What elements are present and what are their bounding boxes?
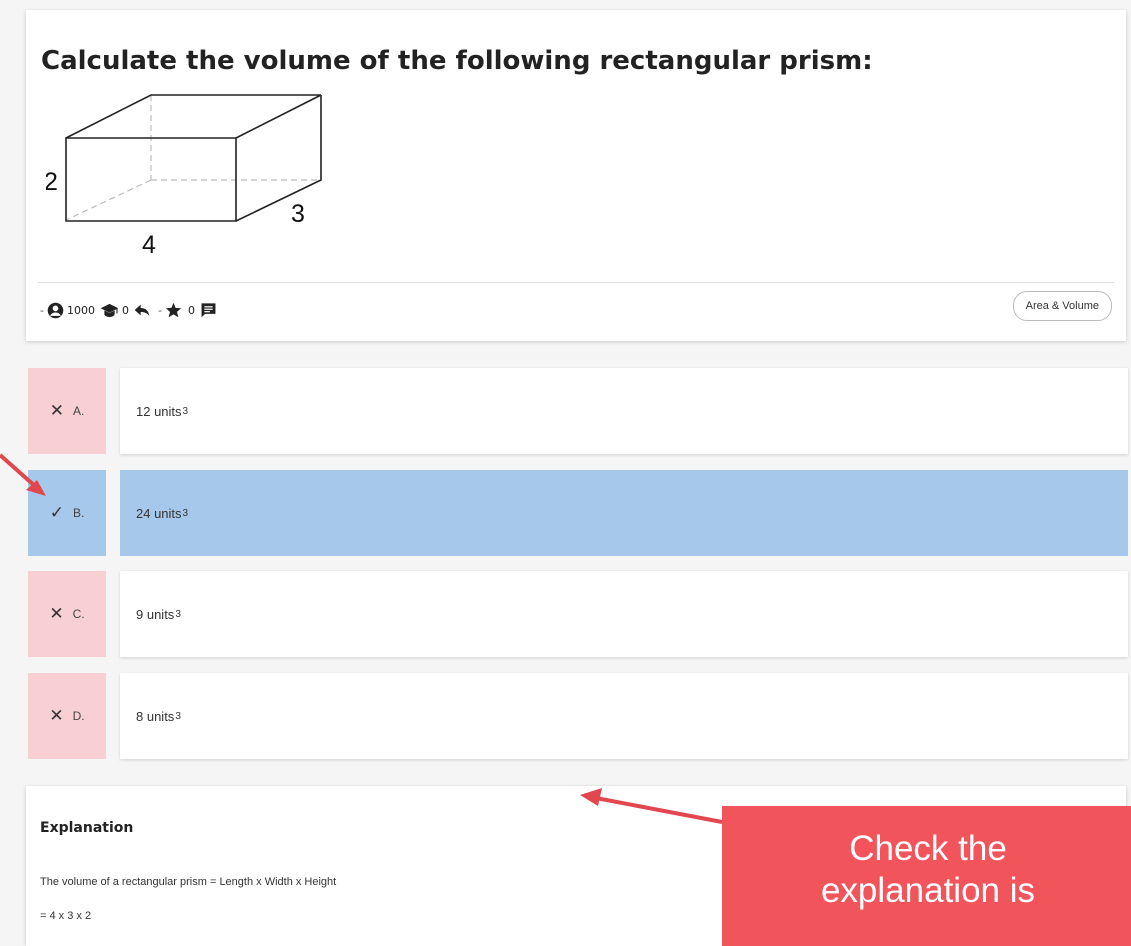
- answer-option-d[interactable]: ✕ D. 8 units 3: [28, 673, 1128, 759]
- meta-separator: -: [157, 303, 162, 317]
- stars-count: 0: [187, 303, 195, 317]
- divider: [38, 282, 1114, 283]
- answer-status-correct: ✓ B.: [28, 470, 106, 556]
- answer-value: 8 units: [136, 708, 175, 724]
- answer-letter: B.: [72, 506, 85, 520]
- answer-exponent: 3: [175, 608, 181, 620]
- answer-option-b[interactable]: ✓ B. 24 units 3: [28, 470, 1128, 556]
- annotation-callout: Check the explanation is: [722, 806, 1131, 946]
- answer-letter: A.: [72, 404, 85, 418]
- answer-exponent: 3: [182, 507, 189, 519]
- answer-option-a[interactable]: ✕ A. 12 units 3: [28, 368, 1128, 454]
- meta-dash: -: [40, 303, 44, 317]
- explanation-line: = 4 x 3 x 2: [40, 910, 92, 922]
- question-title: Calculate the volume of the following re…: [41, 46, 873, 76]
- explanation-heading: Explanation: [40, 820, 134, 836]
- answer-text-box[interactable]: 24 units 3: [120, 470, 1128, 556]
- answer-text-box[interactable]: 12 units 3: [120, 368, 1128, 454]
- comment-icon[interactable]: [200, 302, 217, 318]
- check-icon: ✓: [49, 503, 64, 522]
- topic-tag[interactable]: Area & Volume: [1012, 291, 1112, 321]
- answer-value: 24 units: [136, 505, 182, 521]
- star-icon[interactable]: [165, 302, 182, 318]
- graduates-count: 0: [121, 303, 129, 317]
- answer-letter: C.: [72, 607, 85, 621]
- answer-value: 12 units: [136, 403, 182, 419]
- question-meta: - 1000 0 - 0: [38, 300, 217, 320]
- answer-status-wrong: ✕ A.: [28, 368, 106, 454]
- answer-exponent: 3: [182, 405, 189, 417]
- question-card: Calculate the volume of the following re…: [26, 10, 1126, 341]
- callout-line: explanation is: [820, 871, 1036, 910]
- answer-text-box[interactable]: 9 units 3: [120, 571, 1128, 657]
- close-icon: ✕: [49, 706, 64, 725]
- answer-text-box[interactable]: 8 units 3: [120, 673, 1128, 759]
- answer-option-c[interactable]: ✕ C. 9 units 3: [28, 571, 1128, 657]
- reply-icon[interactable]: [134, 303, 150, 317]
- graduation-cap-icon: [100, 303, 119, 318]
- callout-line: Check the: [849, 829, 1007, 868]
- answer-status-wrong: ✕ C.: [28, 571, 106, 657]
- width-label: 3: [291, 200, 305, 228]
- answer-status-wrong: ✕ D.: [28, 673, 106, 759]
- explanation-line: The volume of a rectangular prism = Leng…: [40, 876, 337, 888]
- answer-letter: D.: [72, 709, 85, 723]
- answer-exponent: 3: [175, 710, 181, 722]
- views-count: 1000: [66, 303, 95, 317]
- height-label: 2: [46, 168, 58, 196]
- length-label: 4: [142, 231, 156, 259]
- answer-value: 9 units: [136, 606, 175, 622]
- user-circle-icon: [47, 302, 64, 319]
- rectangular-prism-figure: 2 4 3: [46, 94, 322, 259]
- close-icon: ✕: [49, 604, 64, 623]
- close-icon: ✕: [49, 401, 64, 420]
